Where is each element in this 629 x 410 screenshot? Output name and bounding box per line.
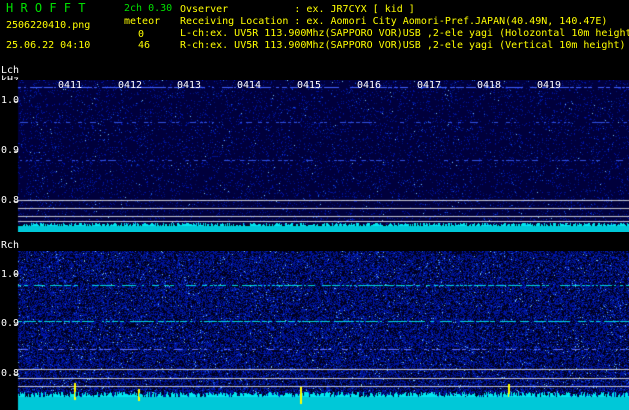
rch-tick-0-9: 0.9 bbox=[1, 318, 20, 329]
lch-tick-1-0: 1.0 bbox=[1, 95, 20, 106]
file-name: 2506220410.png bbox=[6, 20, 91, 31]
time-marker-0412: 0412 bbox=[118, 80, 143, 91]
lch-spectrogram-canvas bbox=[0, 80, 629, 232]
location-line: Receiving Location : ex. Aomori City Aom… bbox=[180, 16, 608, 27]
rch-tick-1-0: 1.0 bbox=[1, 269, 20, 280]
rch-meteor-count: 46 bbox=[138, 40, 151, 51]
lch-meteor-count: 0 bbox=[138, 29, 145, 40]
time-marker-0411: 0411 bbox=[58, 80, 83, 91]
time-marker-0413: 0413 bbox=[177, 80, 202, 91]
lch-tick-0-8: 0.8 bbox=[1, 195, 20, 206]
time-marker-0415: 0415 bbox=[297, 80, 322, 91]
capture-datetime: 25.06.22 04:10 bbox=[6, 40, 91, 51]
rch-config-line: R-ch:ex. UV5R 113.900Mhz(SAPPORO VOR)USB… bbox=[180, 40, 626, 51]
rch-spectrogram-canvas bbox=[0, 251, 629, 410]
mode-label: 2ch 0.30 bbox=[124, 3, 173, 14]
time-marker-0414: 0414 bbox=[237, 80, 262, 91]
meteor-label: meteor bbox=[124, 16, 161, 27]
lch-spectrogram[interactable] bbox=[0, 80, 629, 232]
app-title: H R O F F T bbox=[6, 1, 86, 15]
hroft-window: H R O F F T 2506220410.png 25.06.22 04:1… bbox=[0, 0, 629, 410]
observer-line: Ovserver : ex. JR7CYX [ kid ] bbox=[180, 4, 415, 15]
time-marker-0416: 0416 bbox=[357, 80, 382, 91]
time-marker-0419: 0419 bbox=[537, 80, 562, 91]
time-marker-0418: 0418 bbox=[477, 80, 502, 91]
time-marker-0417: 0417 bbox=[417, 80, 442, 91]
rch-label: Rch bbox=[1, 240, 20, 251]
rch-spectrogram[interactable] bbox=[0, 251, 629, 410]
lch-config-line: L-ch:ex. UV5R 113.900Mhz(SAPPORO VOR)USB… bbox=[180, 28, 629, 39]
lch-tick-0-9: 0.9 bbox=[1, 145, 20, 156]
rch-tick-0-8: 0.8 bbox=[1, 368, 20, 379]
